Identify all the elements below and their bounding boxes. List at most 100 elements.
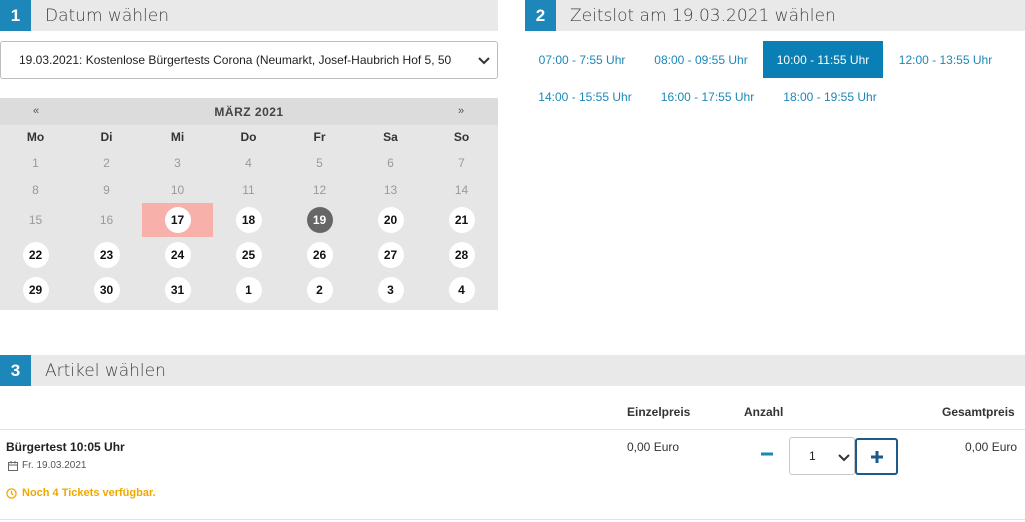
calendar-day-number: 1 (235, 276, 262, 303)
step-3-header: 3 Artikel wählen (0, 355, 1025, 386)
calendar-week-row: 22 23 24 25 26 27 28 (0, 237, 498, 272)
calendar-day-number: 4 (245, 155, 252, 170)
calendar-day[interactable]: 18 (213, 203, 284, 237)
calendar-day-disabled: 5 (284, 149, 355, 176)
calendar-day-disabled: 2 (71, 149, 142, 176)
calendar-day[interactable]: 28 (426, 237, 497, 272)
weekday-label: Do (240, 130, 257, 144)
timeslot-button[interactable]: 18:00 - 19:55 Uhr (770, 78, 890, 115)
divider (0, 519, 1025, 520)
calendar-day[interactable]: 3 (355, 272, 426, 307)
calendar-day-number: 25 (235, 241, 262, 268)
calendar-header: « MÄRZ 2021 » (0, 98, 498, 125)
step-title: Datum wählen (45, 5, 169, 26)
header-unit-price: Einzelpreis (627, 405, 691, 419)
calendar-day[interactable]: 24 (142, 237, 213, 272)
calendar-day[interactable]: 20 (355, 203, 426, 237)
calendar-day-disabled: 11 (213, 176, 284, 203)
total-price: 0,00 Euro (965, 440, 1018, 454)
calendar-day[interactable]: 30 (71, 272, 142, 307)
timeslot-button-active[interactable]: 10:00 - 11:55 Uhr (763, 41, 883, 78)
product-name: Bürgertest 10:05 Uhr (6, 440, 125, 454)
chevron-down-icon (478, 57, 490, 65)
step-number: 3 (0, 355, 31, 386)
weekday-label: Fr (313, 130, 326, 144)
clock-icon (6, 487, 17, 499)
event-select[interactable]: 19.03.2021: Kostenlose Bürgertests Coron… (0, 41, 498, 79)
weekday-label: Mi (170, 130, 185, 144)
calendar-icon (8, 460, 18, 471)
calendar-day-number: 9 (103, 182, 110, 197)
calendar-day-disabled: 13 (355, 176, 426, 203)
timeslot-button[interactable]: 12:00 - 13:55 Uhr (888, 41, 1003, 78)
calendar-day-number: 16 (99, 213, 114, 227)
calendar-day-disabled: 14 (426, 176, 497, 203)
calendar-day-disabled: 10 (142, 176, 213, 203)
step-title: Zeitslot am 19.03.2021 wählen (570, 5, 836, 26)
product-date-text: Fr. 19.03.2021 (22, 460, 87, 471)
calendar-day[interactable]: 26 (284, 237, 355, 272)
calendar-day-number: 20 (377, 207, 404, 233)
step-2-header: 2 Zeitslot am 19.03.2021 wählen (525, 0, 1025, 31)
header-total: Gesamtpreis (942, 405, 1015, 419)
calendar-day-number: 17 (164, 207, 191, 233)
calendar-day-disabled: 3 (142, 149, 213, 176)
calendar-day[interactable]: 4 (426, 272, 497, 307)
step-title: Artikel wählen (45, 360, 166, 381)
calendar-day-disabled: 12 (284, 176, 355, 203)
calendar-day-number: 15 (28, 213, 43, 227)
increase-quantity-button[interactable] (855, 438, 898, 475)
event-select-value: 19.03.2021: Kostenlose Bürgertests Coron… (19, 53, 452, 67)
calendar: « MÄRZ 2021 » Mo Di Mi Do Fr Sa So 1 2 3 4 5 6 7 8 9 10… (0, 98, 498, 310)
calendar-day-number: 23 (93, 241, 120, 268)
calendar-day-number: 3 (377, 276, 404, 303)
timeslot-button[interactable]: 08:00 - 09:55 Uhr (644, 41, 758, 78)
timeslot-button[interactable]: 07:00 - 7:55 Uhr (525, 41, 639, 78)
step-number: 2 (525, 0, 556, 31)
calendar-day-number: 29 (22, 276, 49, 303)
calendar-day[interactable]: 1 (213, 272, 284, 307)
calendar-day-number: 10 (170, 182, 185, 197)
calendar-day-selected[interactable]: 19 (284, 203, 355, 237)
calendar-day-number: 5 (316, 155, 323, 170)
calendar-day[interactable]: 27 (355, 237, 426, 272)
calendar-day-number: 2 (306, 276, 333, 303)
step-number: 1 (0, 0, 31, 31)
calendar-day-disabled: 9 (71, 176, 142, 203)
calendar-day-number: 11 (242, 182, 255, 197)
quantity-select[interactable]: 1 (789, 437, 855, 475)
decrease-quantity-button[interactable] (757, 444, 777, 464)
calendar-day-number: 22 (22, 241, 49, 268)
calendar-day-number: 19 (306, 207, 333, 233)
calendar-day-number: 18 (235, 207, 262, 233)
product-date: Fr. 19.03.2021 (8, 460, 87, 471)
calendar-day-disabled: 4 (213, 149, 284, 176)
calendar-day-number: 28 (448, 241, 475, 268)
timeslot-button[interactable]: 14:00 - 15:55 Uhr (525, 78, 645, 115)
calendar-day-number: 14 (454, 182, 469, 197)
calendar-day[interactable]: 25 (213, 237, 284, 272)
header-quantity: Anzahl (744, 405, 784, 419)
calendar-day-number: 6 (387, 155, 394, 170)
calendar-day[interactable]: 2 (284, 272, 355, 307)
calendar-day[interactable]: 23 (71, 237, 142, 272)
calendar-day-disabled: 7 (426, 149, 497, 176)
weekday-row: Mo Di Mi Do Fr Sa So (0, 125, 498, 149)
calendar-month: MÄRZ 2021 (214, 105, 284, 119)
calendar-week-row: 15 16 17 18 19 20 21 (0, 203, 498, 237)
calendar-day-today[interactable]: 17 (142, 203, 213, 237)
calendar-next-button[interactable]: » (458, 105, 464, 117)
calendar-day-number: 2 (103, 155, 110, 170)
availability-text: Noch 4 Tickets verfügbar. (22, 487, 156, 499)
calendar-week-row: 8 9 10 11 12 13 14 (0, 176, 498, 203)
calendar-day-number: 4 (448, 276, 475, 303)
calendar-day-number: 27 (377, 241, 404, 268)
timeslot-button[interactable]: 16:00 - 17:55 Uhr (650, 78, 765, 115)
plus-icon (870, 450, 883, 463)
weekday-label: Di (100, 130, 113, 144)
calendar-day[interactable]: 21 (426, 203, 497, 237)
calendar-day[interactable]: 29 (0, 272, 71, 307)
weekday-label: Mo (26, 130, 45, 144)
calendar-day[interactable]: 22 (0, 237, 71, 272)
calendar-day[interactable]: 31 (142, 272, 213, 307)
